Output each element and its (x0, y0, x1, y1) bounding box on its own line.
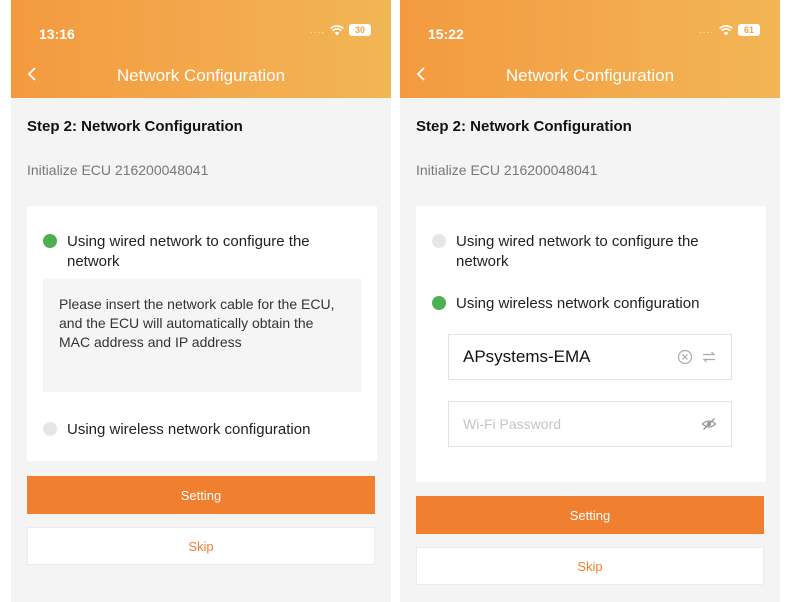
option-wireless-label: Using wireless network configuration (456, 295, 700, 312)
option-wireless-label: Using wireless network configuration (67, 421, 311, 438)
option-wired-label: Using wired network to configure the net… (456, 233, 699, 270)
step-title: Step 2: Network Configuration (27, 118, 243, 135)
battery-icon: 61 (738, 24, 760, 36)
setting-button[interactable]: Setting (416, 496, 764, 534)
header-bar: 13:16 .... 30 Network Configuration (11, 0, 391, 98)
setting-button[interactable]: Setting (27, 476, 375, 514)
radio-unselected-icon[interactable] (432, 234, 446, 248)
wifi-password-field[interactable] (448, 401, 732, 447)
skip-button[interactable]: Skip (416, 547, 764, 585)
status-icons: .... 61 (699, 24, 760, 36)
signal-indicator: .... (698, 24, 714, 36)
ecu-id-text: Initialize ECU 216200048041 (416, 162, 598, 178)
radio-selected-icon[interactable] (432, 296, 446, 310)
option-wired-network[interactable]: Using wired network to configure the net… (432, 232, 752, 272)
wifi-password-input[interactable] (463, 416, 693, 432)
option-wired-network[interactable]: Using wired network to configure the net… (43, 232, 363, 272)
clear-icon[interactable] (677, 349, 693, 365)
option-wired-label: Using wired network to configure the net… (67, 233, 310, 270)
signal-indicator: .... (309, 24, 325, 36)
wifi-icon (719, 24, 733, 35)
phone-screen-wireless: 15:22 .... 61 Network Configuration Step… (400, 0, 780, 602)
radio-unselected-icon[interactable] (43, 422, 57, 436)
page-title: Network Configuration (116, 66, 286, 85)
wifi-ssid-value: APsystems-EMA (463, 347, 591, 366)
option-wireless-network[interactable]: Using wireless network configuration (43, 420, 363, 440)
option-wireless-network[interactable]: Using wireless network configuration (432, 294, 752, 314)
config-options-card: Using wired network to configure the net… (416, 206, 766, 482)
switch-network-icon[interactable] (701, 349, 717, 365)
wifi-ssid-field[interactable]: APsystems-EMA (448, 334, 732, 380)
page-title: Network Configuration (505, 66, 675, 85)
skip-button[interactable]: Skip (27, 527, 375, 565)
radio-selected-icon[interactable] (43, 234, 57, 248)
wired-info-box: Please insert the network cable for the … (43, 279, 361, 392)
status-time: 15:22 (428, 26, 464, 42)
status-time: 13:16 (39, 26, 75, 42)
step-title: Step 2: Network Configuration (416, 118, 632, 135)
battery-icon: 30 (349, 24, 371, 36)
hide-password-icon[interactable] (701, 416, 717, 432)
status-icons: .... 30 (310, 24, 371, 36)
ecu-id-text: Initialize ECU 216200048041 (27, 162, 209, 178)
config-options-card: Using wired network to configure the net… (27, 206, 377, 461)
wifi-icon (330, 24, 344, 35)
phone-screen-wired: 13:16 .... 30 Network Configuration Step… (11, 0, 391, 602)
header-bar: 15:22 .... 61 Network Configuration (400, 0, 780, 98)
